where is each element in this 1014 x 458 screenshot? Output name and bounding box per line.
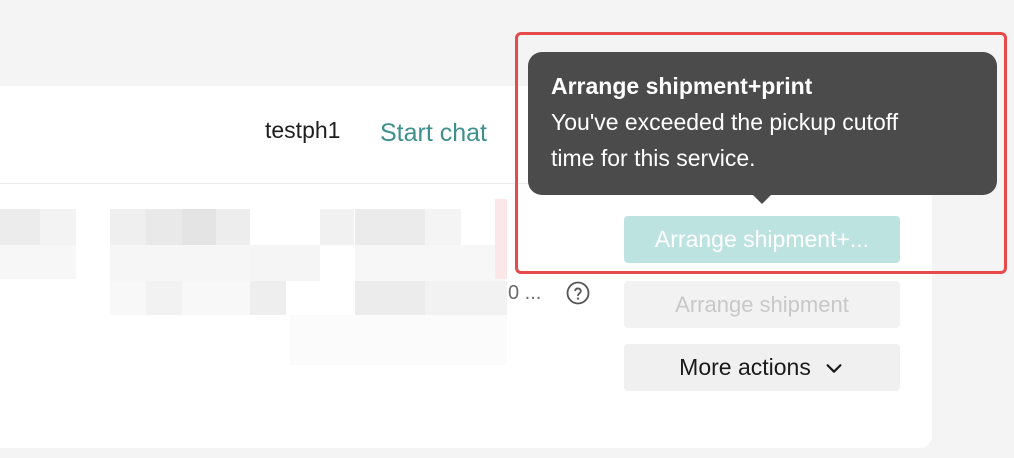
more-actions-label: More actions bbox=[679, 354, 811, 380]
start-chat-link[interactable]: Start chat bbox=[380, 119, 487, 148]
more-actions-button[interactable]: More actions bbox=[624, 344, 900, 391]
buyer-username: testph1 bbox=[265, 117, 341, 143]
chevron-down-icon bbox=[826, 363, 842, 373]
arrange-shipment-label: Arrange shipment bbox=[675, 291, 849, 317]
highlight-box bbox=[515, 32, 1007, 274]
arrange-shipment-button[interactable]: Arrange shipment bbox=[624, 281, 900, 328]
question-circle-icon[interactable] bbox=[566, 281, 590, 305]
order-meta-text: 0 ... bbox=[508, 282, 542, 304]
